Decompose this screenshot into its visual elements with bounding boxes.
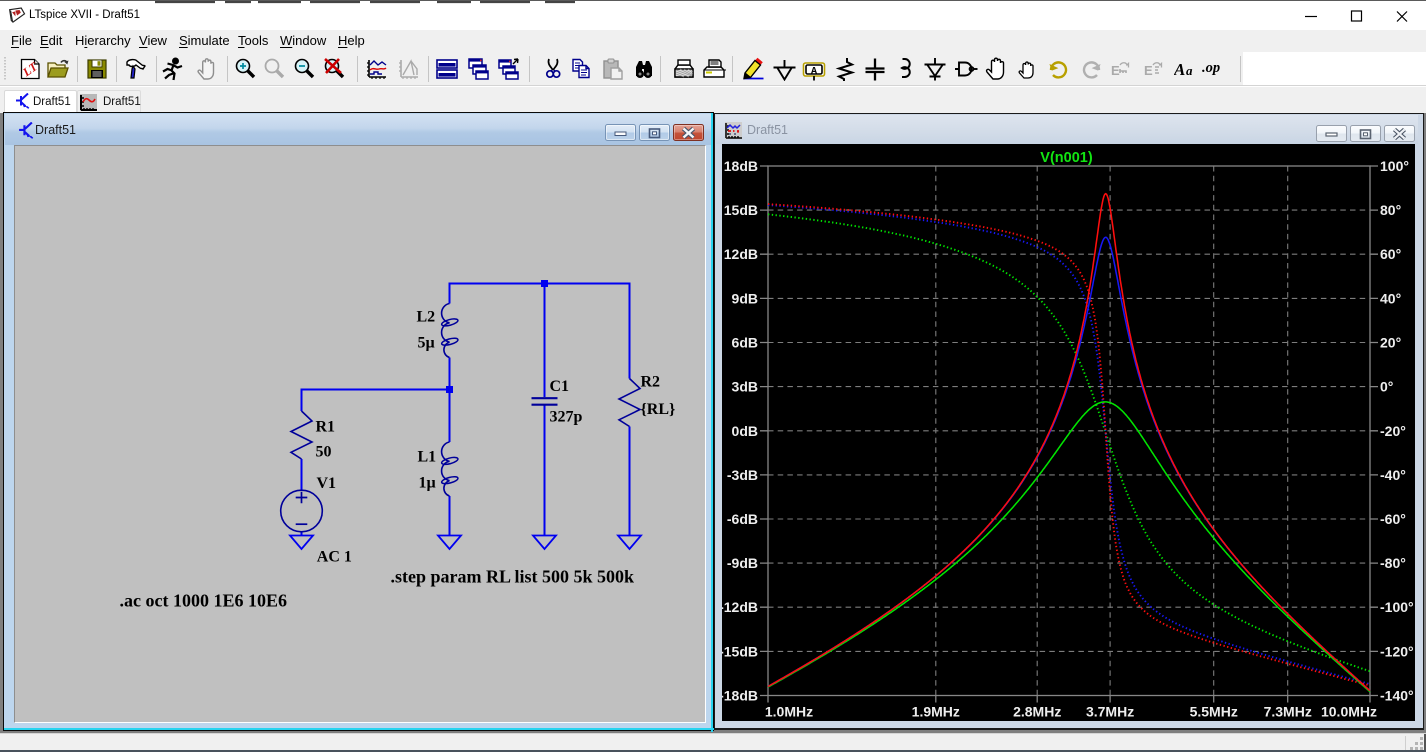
svg-text:L1: L1 bbox=[418, 449, 437, 466]
svg-text:A: A bbox=[811, 67, 817, 78]
svg-text:-100°: -100° bbox=[1380, 599, 1414, 615]
svg-text:L2: L2 bbox=[417, 309, 436, 326]
svg-text:-20°: -20° bbox=[1380, 423, 1406, 439]
svg-text:15dB: 15dB bbox=[724, 202, 758, 218]
svg-text:-60°: -60° bbox=[1380, 511, 1406, 527]
svg-text:5.5MHz: 5.5MHz bbox=[1190, 704, 1238, 720]
svg-text:-3dB: -3dB bbox=[727, 467, 758, 483]
svg-text:3dB: 3dB bbox=[732, 379, 758, 395]
svg-text:80°: 80° bbox=[1380, 202, 1401, 218]
svg-text:.op: .op bbox=[1202, 60, 1220, 76]
svg-text:100°: 100° bbox=[1380, 158, 1409, 174]
svg-text:{RL}: {RL} bbox=[641, 401, 676, 418]
svg-text:-12dB: -12dB bbox=[722, 599, 758, 615]
svg-text:60°: 60° bbox=[1380, 246, 1401, 262]
svg-text:0dB: 0dB bbox=[732, 423, 758, 439]
svg-text:A: A bbox=[1174, 60, 1185, 79]
svg-text:E: E bbox=[1144, 63, 1153, 78]
svg-text:1.0MHz: 1.0MHz bbox=[765, 704, 813, 720]
svg-text:-140°: -140° bbox=[1380, 688, 1414, 704]
svg-text:327p: 327p bbox=[550, 409, 583, 426]
svg-text:40°: 40° bbox=[1380, 290, 1401, 306]
svg-text:a: a bbox=[1186, 63, 1193, 78]
svg-text:.step param RL list 500 5k 500: .step param RL list 500 5k 500k bbox=[391, 567, 635, 587]
svg-text:6dB: 6dB bbox=[732, 335, 758, 351]
svg-text:-15dB: -15dB bbox=[722, 643, 758, 659]
svg-text:0°: 0° bbox=[1380, 379, 1393, 395]
svg-text:R2: R2 bbox=[641, 374, 661, 391]
svg-text:-80°: -80° bbox=[1380, 555, 1406, 571]
svg-text:V1: V1 bbox=[317, 475, 337, 492]
svg-text:-6dB: -6dB bbox=[727, 511, 758, 527]
svg-text:20°: 20° bbox=[1380, 335, 1401, 351]
svg-text:AC 1: AC 1 bbox=[317, 549, 352, 566]
svg-text:R1: R1 bbox=[316, 419, 336, 436]
svg-text:5µ: 5µ bbox=[418, 335, 435, 352]
svg-text:18dB: 18dB bbox=[724, 158, 758, 174]
svg-text:12dB: 12dB bbox=[724, 246, 758, 262]
svg-text:C1: C1 bbox=[550, 378, 570, 395]
svg-text:-120°: -120° bbox=[1380, 643, 1414, 659]
svg-text:E: E bbox=[1111, 63, 1120, 78]
svg-text:3.7MHz: 3.7MHz bbox=[1086, 704, 1134, 720]
svg-text:2.8MHz: 2.8MHz bbox=[1013, 704, 1061, 720]
svg-text:10.0MHz: 10.0MHz bbox=[1321, 704, 1377, 720]
svg-text:50: 50 bbox=[316, 444, 332, 461]
svg-text:9dB: 9dB bbox=[732, 290, 758, 306]
svg-text:-40°: -40° bbox=[1380, 467, 1406, 483]
svg-text:1.9MHz: 1.9MHz bbox=[912, 704, 960, 720]
svg-text:.ac oct 1000 1E6 10E6: .ac oct 1000 1E6 10E6 bbox=[120, 591, 287, 611]
svg-text:-18dB: -18dB bbox=[722, 688, 758, 704]
svg-text:7.3MHz: 7.3MHz bbox=[1264, 704, 1312, 720]
svg-text:-9dB: -9dB bbox=[727, 555, 758, 571]
svg-text:V(n001): V(n001) bbox=[1040, 150, 1093, 166]
svg-text:1µ: 1µ bbox=[419, 475, 436, 492]
